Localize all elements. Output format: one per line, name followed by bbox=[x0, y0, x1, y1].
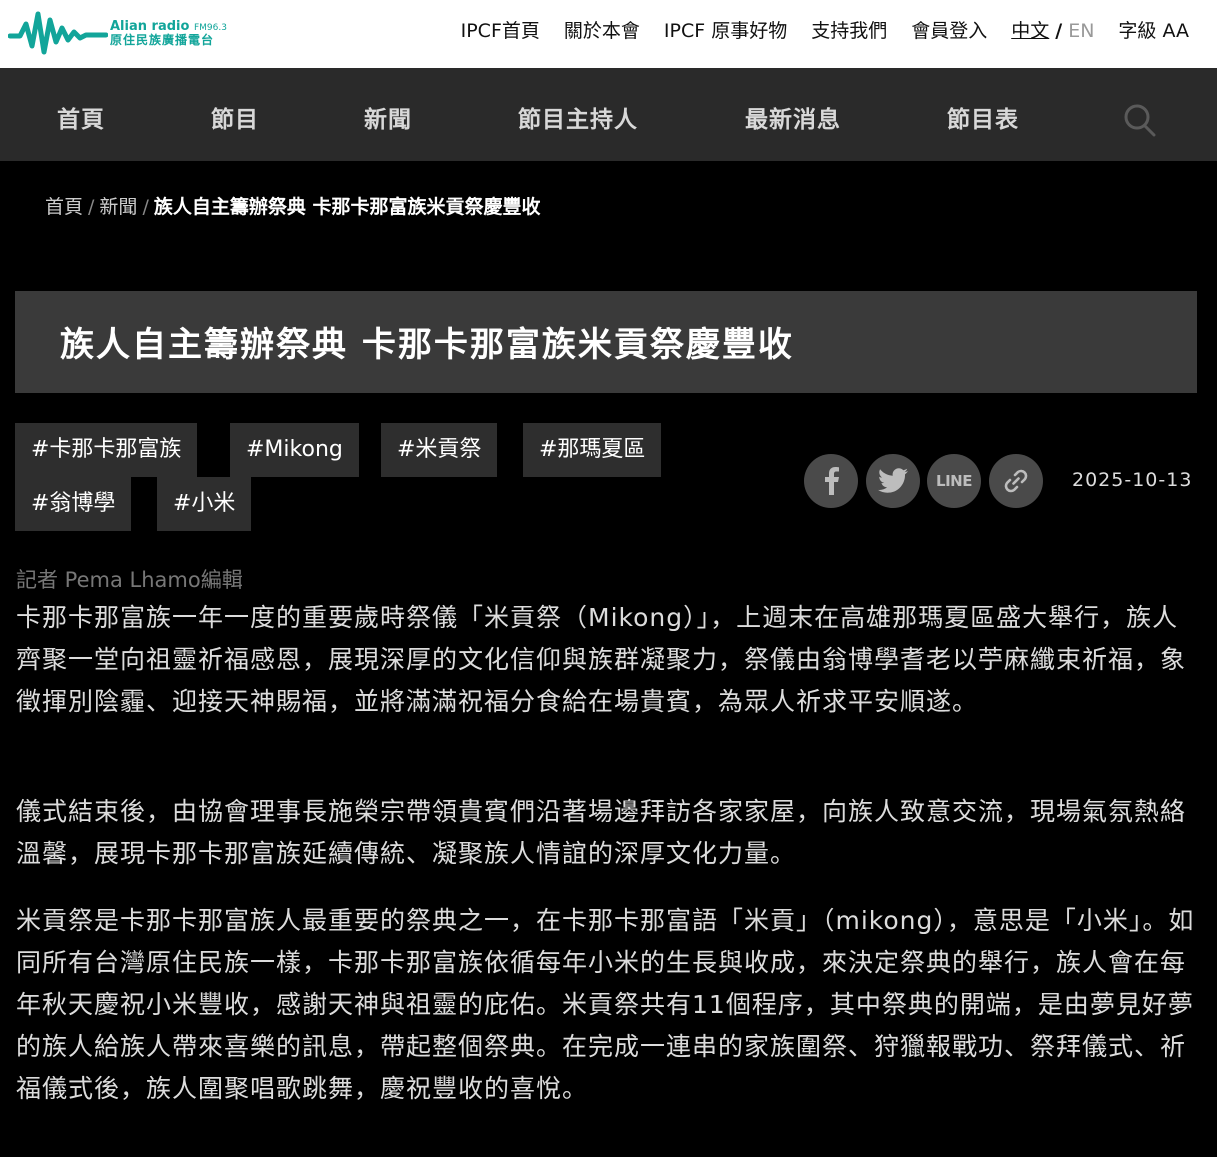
main-nav-news[interactable]: 新聞 bbox=[364, 100, 412, 134]
main-nav: 首頁 節目 新聞 節目主持人 最新消息 節目表 bbox=[0, 68, 1217, 161]
site-logo[interactable]: Alian radio FM96.3 原住民族廣播電台 bbox=[8, 4, 248, 62]
top-nav-support[interactable]: 支持我們 bbox=[811, 16, 887, 43]
article-paragraph: 米貢祭是卡那卡那富族人最重要的祭典之一，在卡那卡那富語「米貢」（mikong），… bbox=[16, 906, 1195, 1103]
share-line-button[interactable]: LINE bbox=[927, 454, 981, 508]
main-nav-schedule[interactable]: 節目表 bbox=[947, 100, 1019, 134]
line-icon: LINE bbox=[936, 472, 972, 490]
twitter-icon bbox=[878, 468, 908, 493]
top-nav-login[interactable]: 會員登入 bbox=[911, 16, 987, 43]
main-nav-programs[interactable]: 節目 bbox=[211, 100, 259, 134]
lang-zh-link[interactable]: 中文 bbox=[1011, 20, 1049, 42]
link-icon bbox=[1004, 469, 1028, 493]
breadcrumb-current: 族人自主籌辦祭典 卡那卡那富族米貢祭慶豐收 bbox=[153, 196, 541, 218]
top-nav-ipcf-home[interactable]: IPCF首頁 bbox=[461, 16, 540, 43]
tag-link[interactable]: #翁博學 bbox=[15, 477, 132, 531]
lang-en-link[interactable]: EN bbox=[1068, 20, 1094, 42]
breadcrumb-news[interactable]: 新聞 bbox=[99, 196, 137, 218]
share-twitter-button[interactable] bbox=[866, 454, 920, 508]
top-nav-about[interactable]: 關於本會 bbox=[564, 16, 640, 43]
breadcrumb: 首頁 / 新聞 / 族人自主籌辦祭典 卡那卡那富族米貢祭慶豐收 bbox=[45, 192, 540, 219]
main-nav-hosts[interactable]: 節目主持人 bbox=[518, 100, 638, 134]
copy-link-button[interactable] bbox=[989, 454, 1043, 508]
article-title-box: 族人自主籌辦祭典 卡那卡那富族米貢祭慶豐收 bbox=[15, 291, 1197, 393]
logo-subtitle: 原住民族廣播電台 bbox=[110, 32, 215, 47]
tag-link[interactable]: #小米 bbox=[157, 477, 252, 531]
logo-name: Alian radio bbox=[110, 18, 190, 34]
top-bar: Alian radio FM96.3 原住民族廣播電台 IPCF首頁 關於本會 … bbox=[0, 0, 1217, 68]
article-paragraph: 卡那卡那富族一年一度的重要歲時祭儀「米貢祭（Mikong）」，上週末在高雄那瑪夏… bbox=[16, 603, 1187, 716]
logo-fm: FM96.3 bbox=[193, 22, 227, 33]
search-icon[interactable] bbox=[1122, 100, 1158, 140]
share-facebook-button[interactable] bbox=[804, 454, 858, 508]
tag-link[interactable]: #那瑪夏區 bbox=[523, 423, 662, 477]
article-title: 族人自主籌辦祭典 卡那卡那富族米貢祭慶豐收 bbox=[60, 325, 794, 365]
top-nav: IPCF首頁 關於本會 IPCF 原事好物 支持我們 會員登入 中文 / EN 字級… bbox=[437, 14, 1189, 44]
logo-wave-icon bbox=[8, 11, 108, 55]
tag-link[interactable]: #Mikong bbox=[230, 423, 359, 477]
publish-date: 2025-10-13 bbox=[1072, 469, 1193, 491]
language-switcher: 中文 / EN bbox=[1011, 16, 1094, 43]
main-nav-home[interactable]: 首頁 bbox=[57, 100, 105, 134]
facebook-icon bbox=[825, 467, 839, 495]
lang-separator: / bbox=[1055, 19, 1063, 42]
breadcrumb-home[interactable]: 首頁 bbox=[45, 196, 83, 218]
article-paragraph: 儀式結束後，由協會理事長施榮宗帶領貴賓們沿著場邊拜訪各家家屋，向族人致意交流，現… bbox=[16, 797, 1187, 868]
breadcrumb-separator: / bbox=[142, 196, 149, 218]
main-nav-latest[interactable]: 最新消息 bbox=[745, 100, 841, 134]
breadcrumb-separator: / bbox=[88, 196, 95, 218]
article-byline: 記者 Pema Lhamo編輯 bbox=[16, 568, 243, 592]
top-nav-ipcf-goods[interactable]: IPCF 原事好物 bbox=[664, 16, 787, 43]
font-size-toggle[interactable]: 字級 AA bbox=[1118, 16, 1189, 43]
tag-link[interactable]: #卡那卡那富族 bbox=[15, 423, 198, 477]
tag-link[interactable]: #米貢祭 bbox=[381, 423, 498, 477]
